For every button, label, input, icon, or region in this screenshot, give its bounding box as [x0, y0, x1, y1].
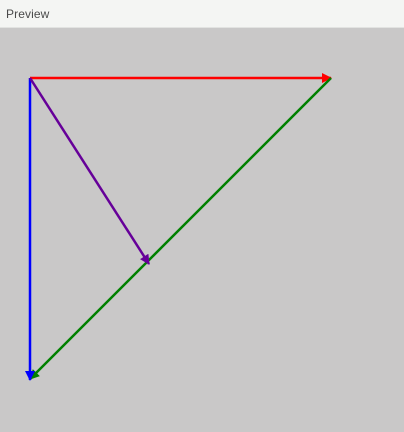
preview-canvas — [0, 28, 404, 432]
preview-header: Preview — [0, 0, 404, 28]
preview-window: Preview — [0, 0, 404, 432]
preview-title: Preview — [6, 6, 50, 21]
purple-vector — [28, 77, 151, 265]
vector-diagram — [25, 73, 332, 381]
green-vector — [29, 77, 332, 380]
